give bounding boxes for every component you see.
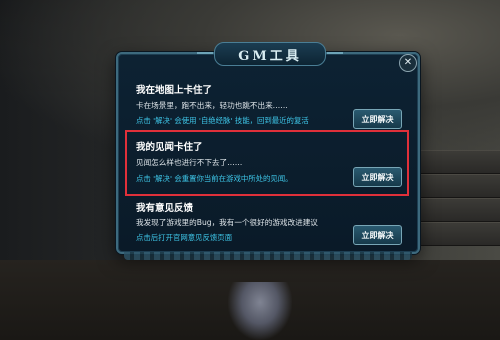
close-icon[interactable]: ✕: [399, 54, 417, 72]
section-description: 见闻怎么样也进行不下去了……: [136, 158, 243, 167]
section-hint: 点击后打开官网意见反馈页面: [136, 233, 233, 242]
resolve-button[interactable]: 立即解决: [353, 109, 402, 129]
section-description: 卡在场景里，跑不出来，轻功也跳不出来……: [136, 101, 288, 110]
section-heading: 我的见闻卡住了: [136, 142, 203, 153]
dialog-titlebar: GM工具: [197, 42, 343, 66]
section-heading: 我有意见反馈: [136, 203, 194, 214]
resolve-button[interactable]: 立即解决: [353, 225, 402, 245]
section-hint: 点击 '解决' 会使用 '自绝经脉' 技能，回到最近的复活: [136, 116, 309, 125]
dialog-title: GM工具: [238, 48, 302, 64]
title-ornament-left: [197, 52, 213, 54]
player-character: [228, 282, 292, 340]
section-description: 我发现了游戏里的Bug，我有一个很好的游戏改进建议: [136, 218, 318, 227]
resolve-button[interactable]: 立即解决: [353, 167, 402, 187]
section-hint: 点击 '解决' 会重置你当前在游戏中所处的见闻。: [136, 174, 293, 183]
gm-tool-dialog: GM工具 ✕ 我在地图上卡住了 卡在场景里，跑不出来，轻功也跳不出来…… 点击 …: [116, 42, 420, 260]
title-ornament-right: [327, 52, 343, 54]
section-heading: 我在地图上卡住了: [136, 85, 213, 96]
